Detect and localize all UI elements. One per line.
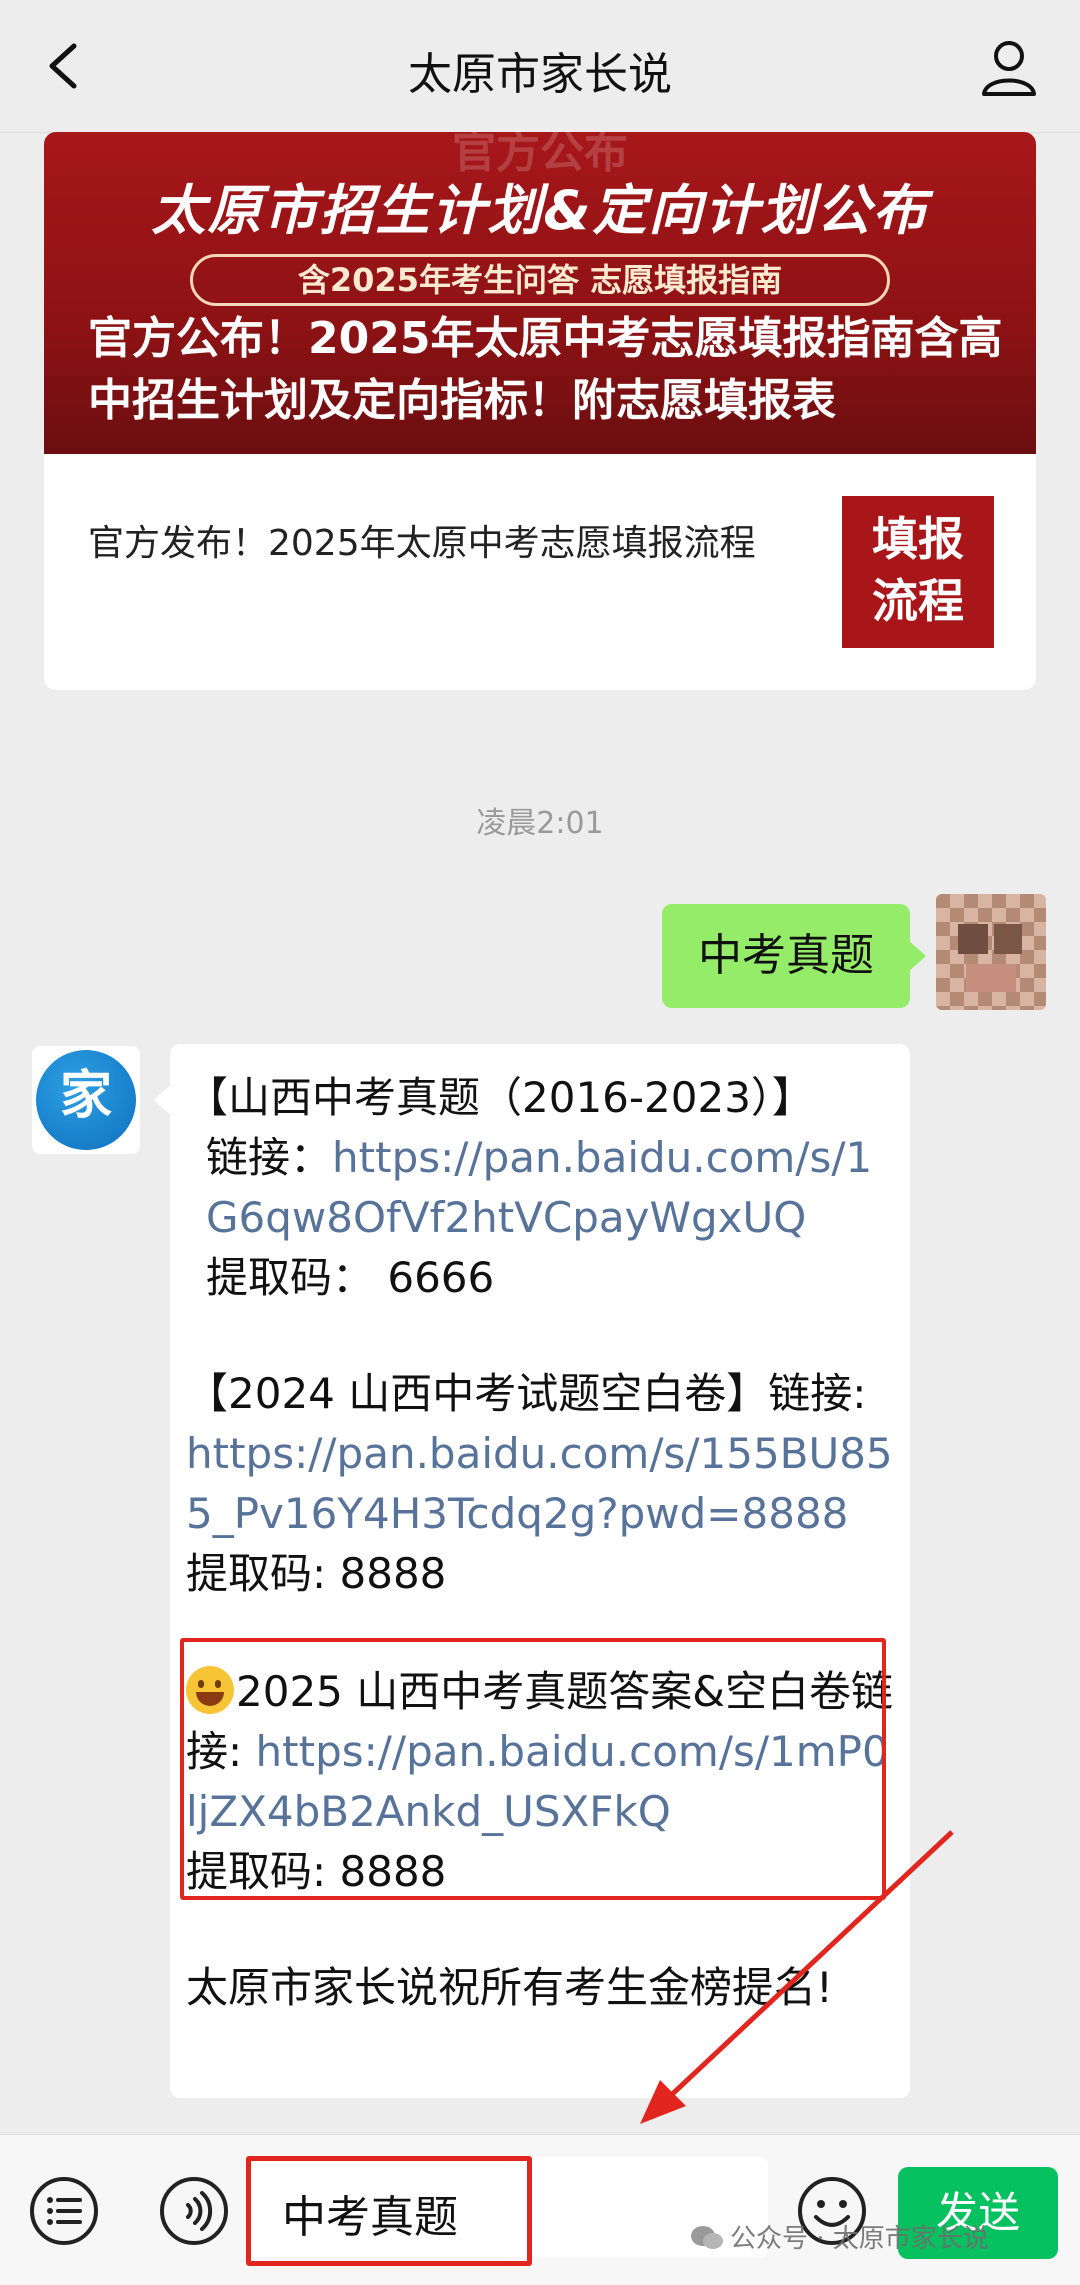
chat-title: 太原市家长说: [408, 49, 672, 100]
nav-bar: 太原市家长说: [0, 0, 1080, 133]
highlight-box-answers: [180, 1638, 886, 1900]
account-logo-icon: 家: [36, 1050, 136, 1150]
block1-link-label: 链接：: [206, 1133, 333, 1182]
banner-pill: 含2025年考生问答 志愿填报指南: [190, 254, 890, 306]
profile-icon[interactable]: [978, 36, 1040, 98]
thumb-line-2: 流程: [872, 574, 964, 628]
reply-block-2: 【2024 山西中考试题空白卷】链接: https://pan.baidu.co…: [186, 1364, 900, 1604]
voice-icon[interactable]: [158, 2175, 230, 2247]
reply-message-bubble: 【山西中考真题（2016-2023）】 链接： https://pan.baidu…: [154, 1044, 910, 2098]
menu-list-icon[interactable]: [28, 2175, 100, 2247]
block1-code: 提取码： 6666: [206, 1253, 495, 1302]
watermark-text: 公众号 · 太原市家长说: [730, 2224, 989, 2254]
outgoing-message-bubble[interactable]: 中考真题: [662, 904, 926, 1008]
message-timestamp: 凌晨2:01: [476, 806, 604, 841]
article-card[interactable]: 官方公布 太原市招生计划&定向计划公布 含2025年考生问答 志愿填报指南 官方…: [44, 132, 1036, 690]
sub-article-thumbnail[interactable]: 填报 流程: [842, 496, 994, 648]
block2-code: 提取码: 8888: [186, 1549, 447, 1598]
wechat-icon: [691, 2226, 723, 2249]
watermark: 公众号 · 太原市家长说: [690, 2218, 989, 2255]
article-title[interactable]: 官方公布！2025年太原中考志愿填报指南含高中招生计划及定向指标！附志愿填报表: [88, 308, 1006, 432]
account-avatar[interactable]: 家: [32, 1046, 140, 1154]
reply-block-1: 【山西中考真题（2016-2023）】 链接：https://pan.baidu…: [186, 1068, 900, 1308]
banner-headline: 太原市招生计划&定向计划公布: [151, 179, 929, 242]
user-avatar[interactable]: [936, 894, 1046, 1010]
highlight-box-input: [246, 2156, 532, 2266]
thumb-line-1: 填报: [872, 512, 964, 566]
sub-article-title[interactable]: 官方发布！2025年太原中考志愿填报流程: [88, 518, 848, 570]
input-toolbar: 中考真题 发送: [0, 2134, 1080, 2285]
block2-link[interactable]: https://pan.baidu.com/s/155BU855_Pv16Y4H…: [186, 1429, 893, 1538]
reply-closing: 太原市家长说祝所有考生金榜提名!: [186, 1963, 833, 2012]
block1-heading: 【山西中考真题（2016-2023）】: [186, 1073, 814, 1122]
block2-heading: 【2024 山西中考试题空白卷】链接:: [186, 1369, 867, 1418]
article-banner[interactable]: 官方公布 太原市招生计划&定向计划公布 含2025年考生问答 志愿填报指南 官方…: [44, 132, 1036, 454]
